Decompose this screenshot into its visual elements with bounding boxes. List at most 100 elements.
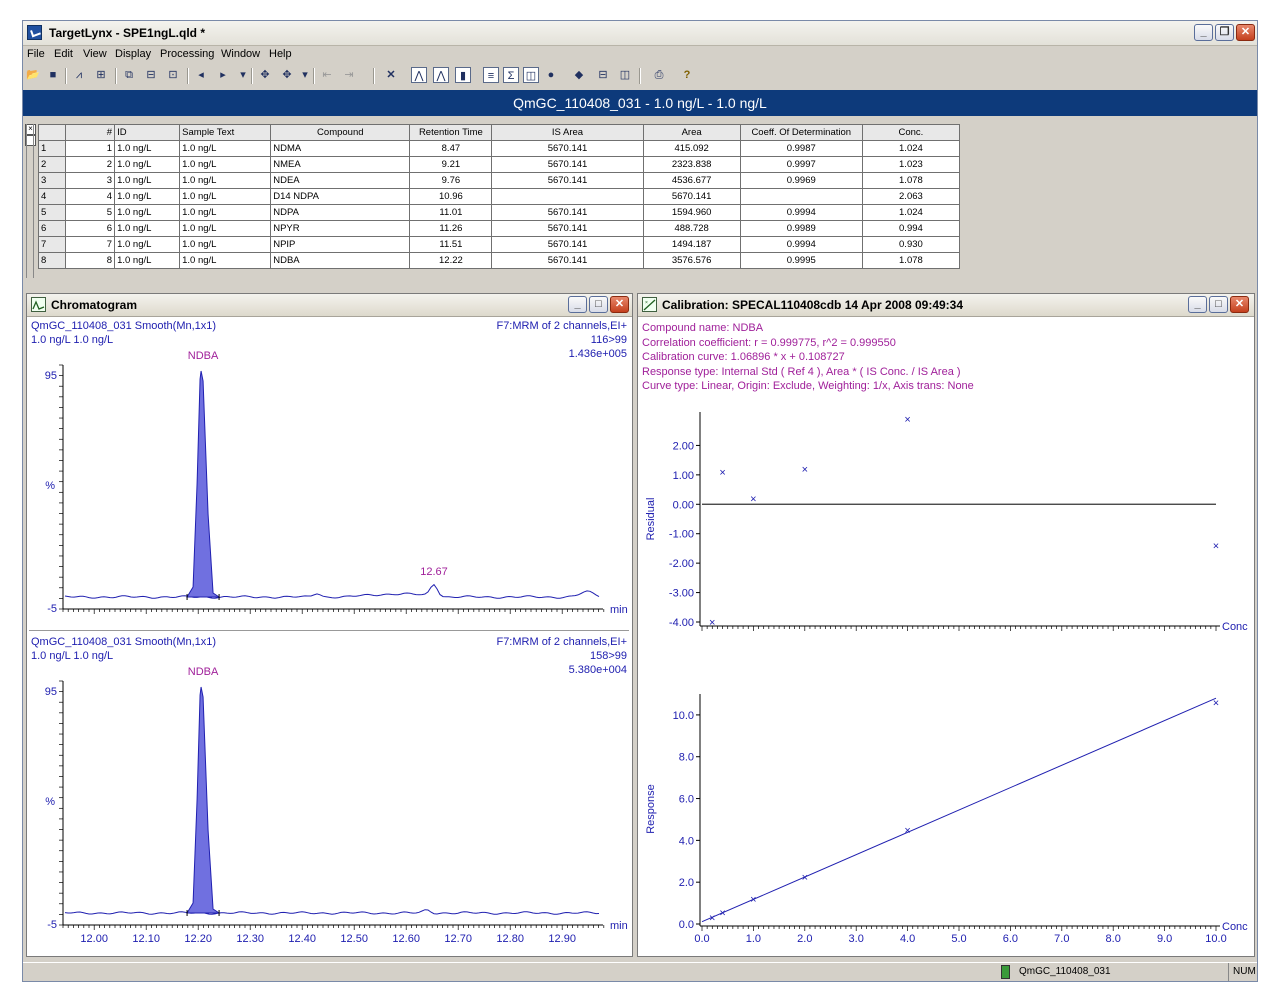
next-icon[interactable]: ▸ bbox=[215, 67, 231, 83]
cell-sample-id[interactable]: 1.0 ng/L bbox=[114, 252, 181, 269]
cell-is-area[interactable]: 5670.141 bbox=[491, 220, 644, 237]
cell-compound[interactable]: NDEA bbox=[270, 172, 411, 189]
residual-point[interactable]: × bbox=[750, 493, 756, 505]
table-row[interactable]: 4 4 1.0 ng/L 1.0 ng/L D14 NDPA 10.96 5670.141 2… bbox=[37, 188, 961, 205]
cell-sample-text[interactable]: 1.0 ng/L bbox=[179, 220, 272, 237]
cell-row-number[interactable]: 8 bbox=[37, 252, 67, 269]
cell-is-area[interactable]: 5670.141 bbox=[491, 172, 644, 189]
cell-is-area[interactable]: 5670.141 bbox=[491, 236, 644, 253]
response-point[interactable]: × bbox=[1213, 697, 1219, 709]
cell-coeff[interactable]: 0.9994 bbox=[739, 204, 863, 221]
dropdown-icon[interactable]: ▾ bbox=[235, 67, 251, 83]
cell-sample-number[interactable]: 2 bbox=[65, 156, 116, 173]
help-icon[interactable]: ? bbox=[679, 67, 695, 83]
cell-is-area[interactable]: 5670.141 bbox=[491, 156, 644, 173]
cell-area[interactable]: 2323.838 bbox=[642, 156, 741, 173]
cell-sample-number[interactable]: 1 bbox=[65, 140, 116, 157]
chromatogram-maximize-button[interactable]: □ bbox=[589, 296, 608, 313]
col-area[interactable]: Area bbox=[642, 124, 741, 141]
cell-sample-number[interactable]: 3 bbox=[65, 172, 116, 189]
cell-row-number[interactable]: 2 bbox=[37, 156, 67, 173]
save-icon[interactable]: ■ bbox=[45, 67, 61, 83]
display-icon[interactable]: ⊡ bbox=[165, 67, 181, 83]
chromatogram-close-button[interactable]: ✕ bbox=[610, 296, 629, 313]
cell-retention-time[interactable]: 11.51 bbox=[409, 236, 493, 253]
cell-conc[interactable]: 1.024 bbox=[861, 140, 961, 157]
col-id[interactable]: ID bbox=[114, 124, 181, 141]
cell-sample-text[interactable]: 1.0 ng/L bbox=[179, 188, 272, 205]
cell-row-number[interactable]: 6 bbox=[37, 220, 67, 237]
cell-conc[interactable]: 1.024 bbox=[861, 204, 961, 221]
cell-area[interactable]: 1494.187 bbox=[642, 236, 741, 253]
sum-icon[interactable]: Σ bbox=[503, 67, 519, 83]
table-row[interactable]: 8 8 1.0 ng/L 1.0 ng/L NDBA 12.22 5670.141 3576.… bbox=[37, 252, 961, 269]
chromatogram-plots[interactable]: QmGC_110408_031 Smooth(Mn,1x1) 1.0 ng/L 1… bbox=[27, 317, 632, 956]
response-point[interactable]: × bbox=[750, 894, 756, 906]
globe-icon[interactable]: ● bbox=[543, 67, 559, 83]
minimize-button[interactable]: _ bbox=[1194, 24, 1213, 41]
back-icon[interactable]: ⇤ bbox=[319, 67, 335, 83]
col-conc[interactable]: Conc. bbox=[861, 124, 961, 141]
peak-fill[interactable] bbox=[186, 686, 221, 914]
cell-conc[interactable]: 0.994 bbox=[861, 220, 961, 237]
cell-conc[interactable]: 0.930 bbox=[861, 236, 961, 253]
table-row[interactable]: 2 2 1.0 ng/L 1.0 ng/L NMEA 9.21 5670.141 2323.8… bbox=[37, 156, 961, 173]
layers-icon[interactable]: ◆ bbox=[571, 67, 587, 83]
bar-chart-icon[interactable]: ▮ bbox=[455, 67, 471, 83]
cell-conc[interactable]: 2.063 bbox=[861, 188, 961, 205]
col-sample-text[interactable]: Sample Text bbox=[179, 124, 272, 141]
cell-is-area[interactable]: 5670.141 bbox=[491, 140, 644, 157]
calibration-close-button[interactable]: ✕ bbox=[1230, 296, 1249, 313]
cell-sample-id[interactable]: 1.0 ng/L bbox=[114, 156, 181, 173]
peak-icon[interactable]: ⊞ bbox=[93, 67, 109, 83]
forward-icon[interactable]: ⇥ bbox=[341, 67, 357, 83]
calibration-maximize-button[interactable]: □ bbox=[1209, 296, 1228, 313]
menu-edit[interactable]: Edit bbox=[54, 48, 73, 60]
cell-coeff[interactable]: 0.9997 bbox=[739, 156, 863, 173]
table-row[interactable]: 5 5 1.0 ng/L 1.0 ng/L NDPA 11.01 5670.141 1594.… bbox=[37, 204, 961, 221]
calibration-plots[interactable]: 2.00 1.00 0.00 -1.00 -2.00 -3.00 -4.00 Residual… bbox=[638, 394, 1254, 956]
cell-row-number[interactable]: 1 bbox=[37, 140, 67, 157]
cell-sample-text[interactable]: 1.0 ng/L bbox=[179, 140, 272, 157]
cell-coeff[interactable]: 0.9994 bbox=[739, 236, 863, 253]
cell-conc[interactable]: 1.023 bbox=[861, 156, 961, 173]
cell-retention-time[interactable]: 8.47 bbox=[409, 140, 493, 157]
response-point[interactable]: × bbox=[719, 908, 725, 920]
cell-area[interactable]: 415.092 bbox=[642, 140, 741, 157]
residual-point[interactable]: × bbox=[719, 467, 725, 479]
residual-point[interactable]: × bbox=[802, 464, 808, 476]
cell-conc[interactable]: 1.078 bbox=[861, 252, 961, 269]
table-row[interactable]: 3 3 1.0 ng/L 1.0 ng/L NDEA 9.76 5670.141 4536.6… bbox=[37, 172, 961, 189]
print-icon[interactable]: ⎙ bbox=[651, 67, 667, 83]
menu-help[interactable]: Help bbox=[269, 48, 292, 60]
tile-horizontal-icon[interactable]: ⊟ bbox=[595, 67, 611, 83]
cell-sample-text[interactable]: 1.0 ng/L bbox=[179, 204, 272, 221]
response-point[interactable]: × bbox=[904, 825, 910, 837]
cell-coeff[interactable]: 0.9995 bbox=[739, 252, 863, 269]
cell-is-area[interactable]: 5670.141 bbox=[491, 204, 644, 221]
cell-compound[interactable]: D14 NDPA bbox=[270, 188, 411, 205]
menu-view[interactable]: View bbox=[83, 48, 107, 60]
cell-sample-number[interactable]: 4 bbox=[65, 188, 116, 205]
chromatogram-view-icon[interactable]: ⋀ bbox=[411, 67, 427, 83]
book-icon[interactable]: ◫ bbox=[523, 67, 539, 83]
copy-icon[interactable]: ⧉ bbox=[121, 67, 137, 83]
cell-sample-number[interactable]: 5 bbox=[65, 204, 116, 221]
cell-sample-text[interactable]: 1.0 ng/L bbox=[179, 252, 272, 269]
cell-sample-id[interactable]: 1.0 ng/L bbox=[114, 172, 181, 189]
cell-retention-time[interactable]: 11.26 bbox=[409, 220, 493, 237]
table-row[interactable]: 7 7 1.0 ng/L 1.0 ng/L NPIP 11.51 5670.141 1494.… bbox=[37, 236, 961, 253]
cell-row-number[interactable]: 4 bbox=[37, 188, 67, 205]
cell-sample-id[interactable]: 1.0 ng/L bbox=[114, 188, 181, 205]
col-coeff[interactable]: Coeff. Of Determination bbox=[739, 124, 863, 141]
table-icon[interactable]: ≡ bbox=[483, 67, 499, 83]
cell-retention-time[interactable]: 10.96 bbox=[409, 188, 493, 205]
cell-sample-text[interactable]: 1.0 ng/L bbox=[179, 172, 272, 189]
cell-retention-time[interactable]: 11.01 bbox=[409, 204, 493, 221]
cell-sample-number[interactable]: 8 bbox=[65, 252, 116, 269]
menu-processing[interactable]: Processing bbox=[160, 48, 214, 60]
cell-retention-time[interactable]: 9.21 bbox=[409, 156, 493, 173]
peak-fill[interactable] bbox=[186, 370, 221, 598]
cell-compound[interactable]: NMEA bbox=[270, 156, 411, 173]
cell-compound[interactable]: NDBA bbox=[270, 252, 411, 269]
